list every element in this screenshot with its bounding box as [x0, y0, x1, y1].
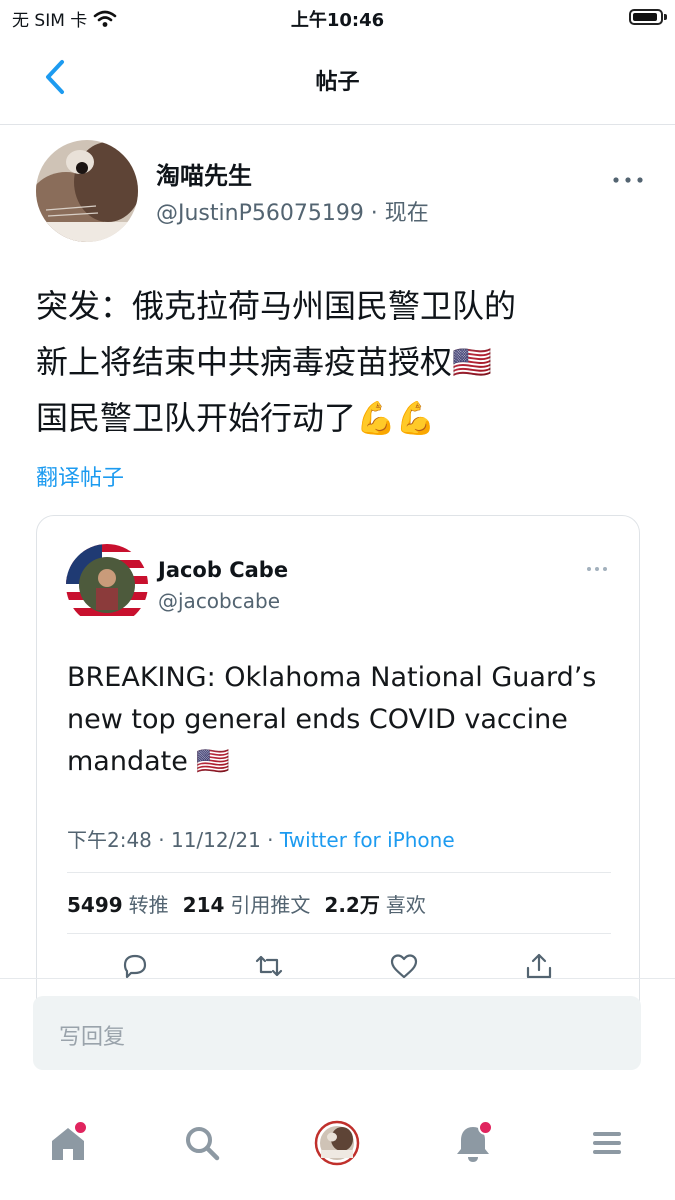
ellipsis-icon[interactable] — [585, 562, 609, 576]
ellipsis-icon — [613, 177, 643, 183]
author-name[interactable]: 淘喵先生 — [156, 156, 252, 191]
nav-bar: 帖子 — [0, 40, 675, 125]
notification-dot — [73, 1120, 88, 1135]
translate-link[interactable]: 翻译帖子 — [36, 460, 124, 492]
author-handle: @JustinP56075199 · 现在 — [156, 201, 429, 226]
author-avatar[interactable] — [36, 140, 138, 242]
retweet-count: 5499 — [67, 893, 123, 917]
retweet-label[interactable]: 转推 — [129, 893, 169, 917]
menu-icon — [593, 1132, 621, 1154]
quoted-handle: @jacobcabe — [158, 589, 280, 613]
flag-avatar-image — [66, 544, 148, 626]
tab-search[interactable] — [180, 1120, 226, 1166]
quoted-source-link[interactable]: Twitter for iPhone — [280, 828, 455, 852]
post-line: 突发：俄克拉荷马州国民警卫队的 — [36, 287, 517, 325]
quote-count: 214 — [182, 893, 225, 917]
post-line: 新上将结束中共病毒疫苗授权🇺🇸 — [36, 343, 492, 381]
quoted-name[interactable]: Jacob Cabe — [158, 558, 288, 582]
quoted-tweet-card[interactable]: Jacob Cabe @jacobcabe BREAKING: Oklahoma… — [36, 515, 640, 1017]
post-line: 国民警卫队开始行动了💪💪 — [36, 399, 436, 437]
quoted-timestamp: 下午2:48 · 11/12/21 · — [67, 828, 280, 852]
quoted-text: BREAKING: Oklahoma National Guard’s new … — [67, 662, 597, 777]
more-options-button[interactable] — [608, 168, 648, 192]
tab-home[interactable] — [45, 1120, 91, 1166]
page-title: 帖子 — [315, 70, 360, 95]
like-label[interactable]: 喜欢 — [386, 893, 426, 917]
tab-profile[interactable] — [314, 1120, 360, 1166]
post-body: 突发：俄克拉荷马州国民警卫队的 新上将结束中共病毒疫苗授权🇺🇸 国民警卫队开始行… — [36, 278, 636, 446]
clock: 上午10:46 — [290, 10, 385, 31]
battery-icon — [629, 9, 667, 25]
notification-dot — [478, 1120, 493, 1135]
tab-notifications[interactable] — [450, 1120, 496, 1166]
quoted-meta: 下午2:48 · 11/12/21 · Twitter for iPhone — [67, 824, 455, 853]
quote-label[interactable]: 引用推文 — [230, 893, 310, 917]
quoted-stats: 5499 转推 214 引用推文 2.2万 喜欢 — [67, 889, 426, 918]
quoted-avatar[interactable] — [66, 544, 148, 626]
reply-placeholder: 写回复 — [59, 1025, 126, 1050]
cat-avatar-image — [36, 140, 138, 242]
profile-avatar — [314, 1120, 360, 1166]
divider — [67, 933, 611, 934]
tab-menu[interactable] — [584, 1120, 630, 1166]
search-icon — [186, 1127, 220, 1161]
like-count: 2.2万 — [324, 893, 380, 917]
reply-input[interactable]: 写回复 — [33, 996, 641, 1070]
divider — [67, 872, 611, 873]
status-bar: 无 SIM 卡 上午10:46 — [0, 0, 675, 34]
